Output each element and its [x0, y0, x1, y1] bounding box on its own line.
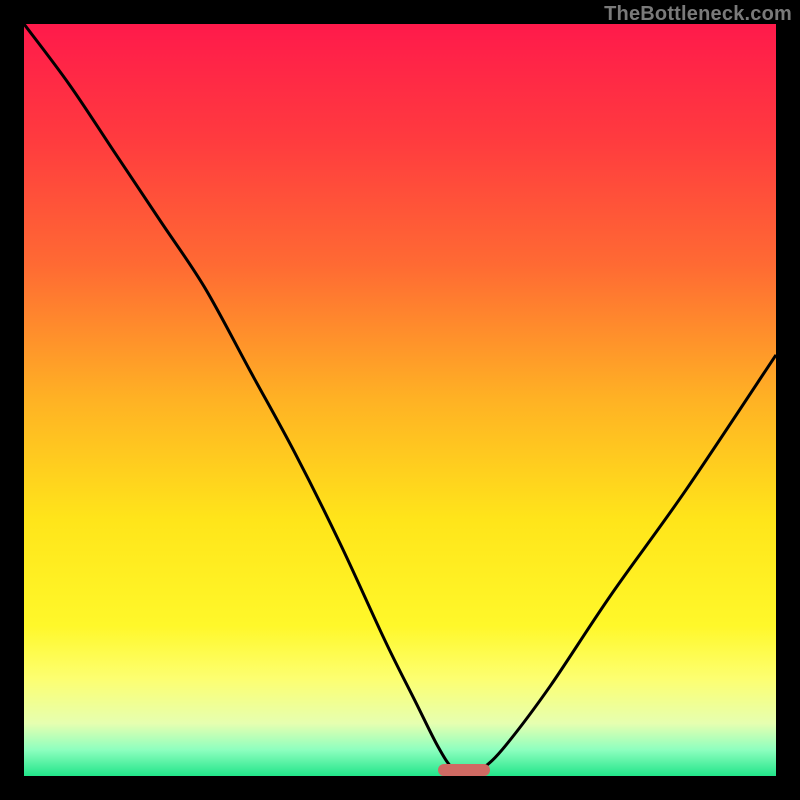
watermark-text: TheBottleneck.com [604, 3, 792, 26]
bottleneck-chart: TheBottleneck.com [0, 0, 800, 800]
plot-area [24, 24, 776, 776]
gradient-background [24, 24, 776, 776]
minimum-marker [438, 764, 491, 776]
